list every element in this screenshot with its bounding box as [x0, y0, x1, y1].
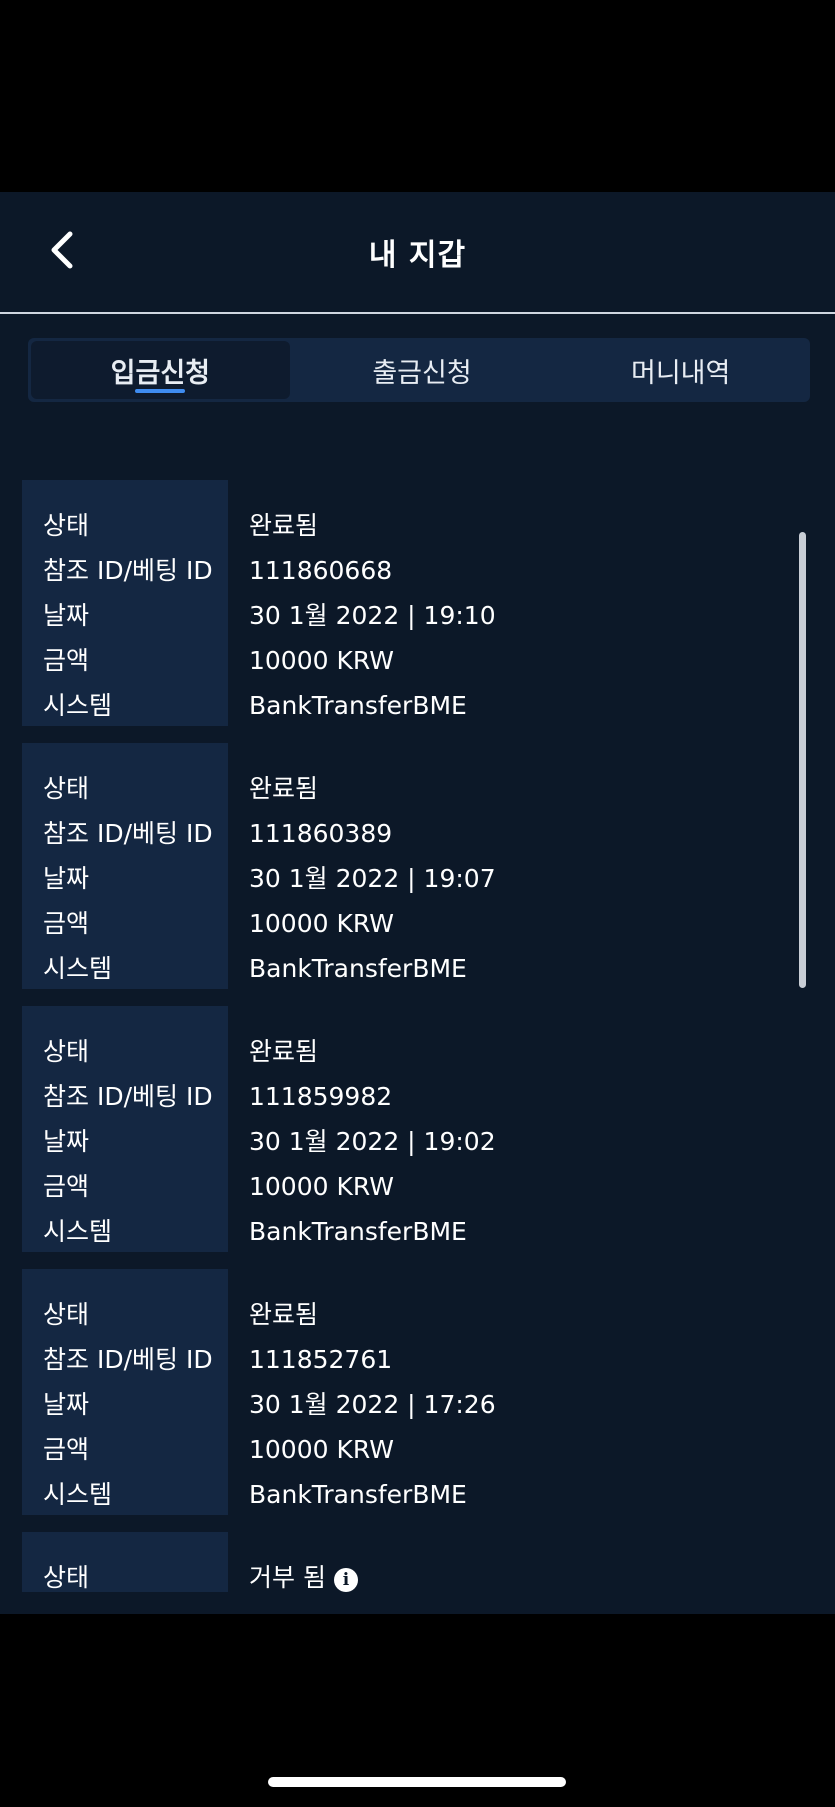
system-row: 시스템 BankTransferBME: [22, 949, 792, 989]
reference-label: 참조 ID/베팅 ID: [43, 556, 213, 585]
amount-value: 10000 KRW: [249, 646, 394, 675]
system-label: 시스템: [43, 691, 113, 720]
status-value: 완료됨: [249, 511, 319, 540]
tab-label: 머니내역: [630, 357, 731, 389]
system-row: 시스템 BankTransferBME: [22, 1475, 792, 1515]
active-tab-indicator: [135, 389, 186, 393]
amount-value: 10000 KRW: [249, 1172, 394, 1201]
reference-value: 111860389: [249, 819, 393, 848]
transaction-record: 상태 거부 됨 i: [22, 1532, 792, 1592]
system-value: BankTransferBME: [249, 954, 467, 983]
date-value: 30 1월 2022 | 19:07: [249, 864, 496, 893]
status-value: 완료됨: [249, 1037, 319, 1066]
tab-label: 출금신청: [372, 357, 472, 389]
transaction-record: 상태 완료됨 참조 ID/베팅 ID 111860668 날짜 30 1월 20…: [22, 480, 792, 726]
reference-row: 참조 ID/베팅 ID 111860668: [22, 551, 792, 591]
date-label: 날짜: [43, 1127, 90, 1156]
date-label: 날짜: [43, 601, 90, 630]
transaction-list[interactable]: 상태 완료됨 참조 ID/베팅 ID 111860668 날짜 30 1월 20…: [22, 480, 792, 1592]
tab-bar: 입금신청 출금신청 머니내역: [28, 338, 810, 402]
scrollbar[interactable]: [799, 532, 806, 988]
wallet-screen: 내 지갑 입금신청 출금신청 머니내역 상태 완료됨 참조 ID/베팅 ID 1…: [0, 192, 835, 1614]
date-row: 날짜 30 1월 2022 | 19:10: [22, 596, 792, 636]
reference-label: 참조 ID/베팅 ID: [43, 1082, 213, 1111]
status-row: 상태 완료됨: [22, 506, 792, 546]
reference-row: 참조 ID/베팅 ID 111852761: [22, 1340, 792, 1380]
date-row: 날짜 30 1월 2022 | 19:02: [22, 1122, 792, 1162]
status-label: 상태: [43, 1563, 90, 1592]
reference-label: 참조 ID/베팅 ID: [43, 819, 213, 848]
status-value: 거부 됨 i: [249, 1558, 358, 1592]
info-icon[interactable]: i: [333, 1568, 358, 1592]
system-value: BankTransferBME: [249, 1480, 467, 1509]
status-label: 상태: [43, 511, 90, 540]
transaction-record: 상태 완료됨 참조 ID/베팅 ID 111860389 날짜 30 1월 20…: [22, 743, 792, 989]
status-value: 완료됨: [249, 1300, 319, 1329]
date-value: 30 1월 2022 | 17:26: [249, 1390, 496, 1419]
amount-row: 금액 10000 KRW: [22, 1167, 792, 1207]
tab-label: 입금신청: [110, 357, 211, 389]
date-value: 30 1월 2022 | 19:10: [249, 601, 496, 630]
amount-row: 금액 10000 KRW: [22, 1430, 792, 1470]
system-row: 시스템 BankTransferBME: [22, 1212, 792, 1252]
status-bar-area: [0, 0, 835, 192]
amount-value: 10000 KRW: [249, 1435, 394, 1464]
reference-value: 111859982: [249, 1082, 393, 1111]
reference-value: 111860668: [249, 556, 393, 585]
header: 내 지갑: [0, 192, 835, 314]
reference-value: 111852761: [249, 1345, 393, 1374]
home-indicator[interactable]: [268, 1777, 566, 1787]
amount-label: 금액: [43, 909, 90, 938]
system-label: 시스템: [43, 1480, 113, 1509]
status-row: 상태 완료됨: [22, 1295, 792, 1335]
date-label: 날짜: [43, 1390, 90, 1419]
status-label: 상태: [43, 1037, 90, 1066]
date-row: 날짜 30 1월 2022 | 19:07: [22, 859, 792, 899]
status-row: 상태 거부 됨 i: [22, 1558, 792, 1592]
page-title: 내 지갑: [368, 238, 467, 273]
tab-deposit[interactable]: 입금신청: [31, 341, 290, 399]
system-value: BankTransferBME: [249, 1217, 467, 1246]
status-value: 완료됨: [249, 774, 319, 803]
reference-row: 참조 ID/베팅 ID 111859982: [22, 1077, 792, 1117]
amount-label: 금액: [43, 646, 90, 675]
reference-row: 참조 ID/베팅 ID 111860389: [22, 814, 792, 854]
status-row: 상태 완료됨: [22, 769, 792, 809]
system-label: 시스템: [43, 1217, 113, 1246]
amount-value: 10000 KRW: [249, 909, 394, 938]
transaction-record: 상태 완료됨 참조 ID/베팅 ID 111852761 날짜 30 1월 20…: [22, 1269, 792, 1515]
system-value: BankTransferBME: [249, 691, 467, 720]
status-row: 상태 완료됨: [22, 1032, 792, 1072]
system-label: 시스템: [43, 954, 113, 983]
amount-label: 금액: [43, 1172, 90, 1201]
amount-label: 금액: [43, 1435, 90, 1464]
tab-withdrawal[interactable]: 출금신청: [293, 338, 552, 402]
status-label: 상태: [43, 1300, 90, 1329]
date-row: 날짜 30 1월 2022 | 17:26: [22, 1385, 792, 1425]
system-row: 시스템 BankTransferBME: [22, 686, 792, 726]
status-label: 상태: [43, 774, 90, 803]
date-label: 날짜: [43, 864, 90, 893]
transaction-record: 상태 완료됨 참조 ID/베팅 ID 111859982 날짜 30 1월 20…: [22, 1006, 792, 1252]
status-text: 거부 됨: [249, 1563, 326, 1592]
tab-money-history[interactable]: 머니내역: [551, 338, 810, 402]
amount-row: 금액 10000 KRW: [22, 641, 792, 681]
reference-label: 참조 ID/베팅 ID: [43, 1345, 213, 1374]
date-value: 30 1월 2022 | 19:02: [249, 1127, 496, 1156]
amount-row: 금액 10000 KRW: [22, 904, 792, 944]
